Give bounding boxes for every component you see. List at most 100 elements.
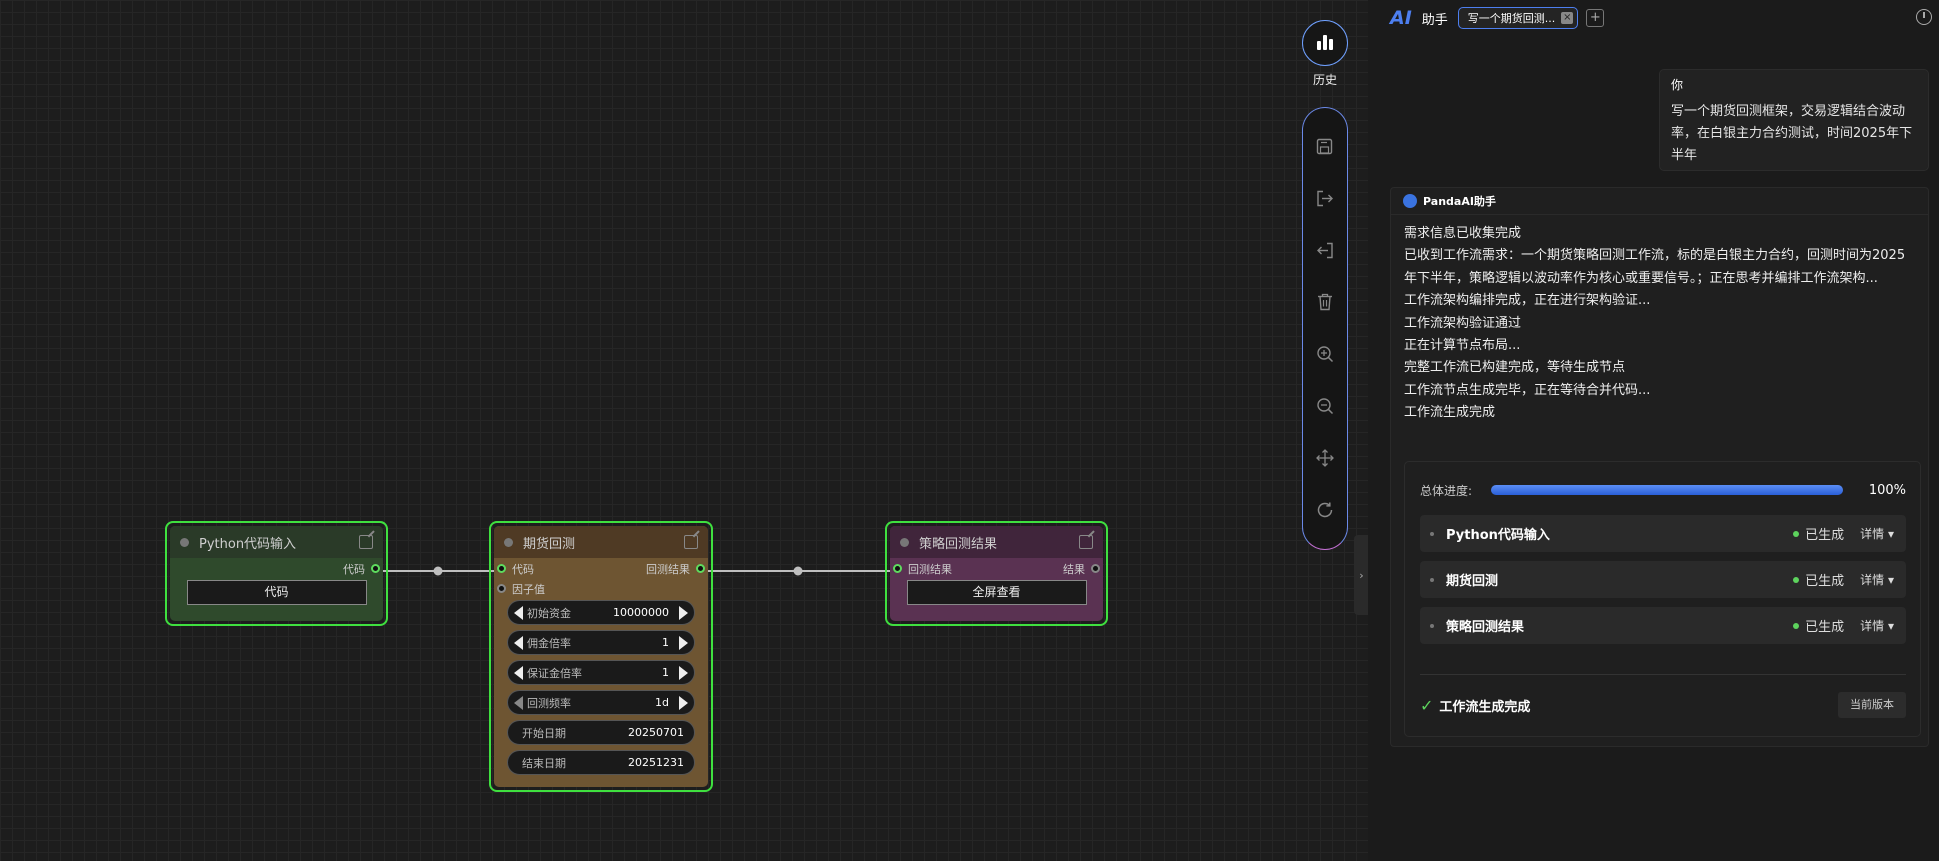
wire-reroute-dot bbox=[433, 566, 443, 576]
assistant-name: PandaAI助手 bbox=[1423, 195, 1496, 208]
export-icon[interactable] bbox=[1303, 183, 1346, 213]
output-port-row: 代码 bbox=[170, 558, 383, 578]
port-row: 代码 回测结果 bbox=[494, 558, 708, 578]
node-header[interactable]: 策略回测结果 bbox=[890, 526, 1103, 558]
close-icon[interactable]: × bbox=[1561, 12, 1574, 24]
zoom-out-icon[interactable] bbox=[1303, 391, 1346, 421]
delete-icon[interactable] bbox=[1303, 287, 1346, 317]
assistant-header: PandaAI助手 bbox=[1391, 188, 1928, 215]
input-port[interactable] bbox=[893, 564, 902, 573]
edit-icon[interactable] bbox=[1079, 535, 1093, 549]
param-start-date[interactable]: 开始日期 20250701 bbox=[507, 720, 695, 745]
details-toggle[interactable]: 详情 ▾ bbox=[1860, 617, 1894, 634]
step-name: 策略回测结果 bbox=[1446, 620, 1525, 635]
details-toggle[interactable]: 详情 ▾ bbox=[1860, 525, 1894, 542]
node-header[interactable]: Python代码输入 bbox=[170, 526, 383, 558]
workflow-canvas[interactable]: Python代码输入 代码 代码 期货回测 代码 回测结果 因子值 初始资金 1… bbox=[0, 0, 1368, 861]
param-end-date[interactable]: 结束日期 20251231 bbox=[507, 750, 695, 775]
check-icon: ✓ bbox=[1420, 695, 1434, 715]
node-status-dot bbox=[180, 537, 189, 547]
port-label: 结果 bbox=[1063, 563, 1085, 576]
increment-arrow-icon[interactable] bbox=[679, 635, 688, 650]
param-backtest-frequency[interactable]: 回测频率 1d bbox=[507, 690, 695, 715]
param-commission-multiplier[interactable]: 佣金倍率 1 bbox=[507, 630, 695, 655]
log-line: 工作流架构验证通过 bbox=[1404, 315, 1522, 331]
step-status: 已生成 bbox=[1805, 620, 1845, 635]
node-title: 策略回测结果 bbox=[919, 536, 998, 552]
move-icon[interactable] bbox=[1303, 443, 1346, 473]
port-label: 代码 bbox=[512, 563, 534, 576]
step-item-backtest[interactable]: 期货回测 已生成 详情 ▾ bbox=[1420, 561, 1906, 598]
message-author: 你 bbox=[1671, 78, 1684, 92]
save-icon[interactable] bbox=[1303, 131, 1346, 161]
wire-reroute-dot bbox=[793, 566, 803, 576]
log-line: 正在计算节点布局... bbox=[1404, 338, 1521, 354]
node-title: 期货回测 bbox=[523, 536, 576, 552]
status-dot bbox=[1793, 622, 1800, 629]
canvas-toolbar bbox=[1302, 107, 1348, 550]
new-tab-button[interactable]: + bbox=[1586, 9, 1605, 27]
status-dot bbox=[1793, 576, 1800, 583]
decrement-arrow-icon[interactable] bbox=[514, 665, 523, 680]
node-futures-backtest[interactable]: 期货回测 代码 回测结果 因子值 初始资金 10000000 佣金倍率 1 保证… bbox=[489, 521, 713, 792]
step-item-result[interactable]: 策略回测结果 已生成 详情 ▾ bbox=[1420, 607, 1906, 644]
bar-chart-icon bbox=[1317, 41, 1321, 50]
message-text: 写一个期货回测框架，交易逻辑结合波动率，在白银主力合约测试，时间2025年下半年 bbox=[1671, 104, 1913, 163]
user-message: 你 写一个期货回测框架，交易逻辑结合波动率，在白银主力合约测试，时间2025年下… bbox=[1659, 69, 1929, 171]
param-margin-multiplier[interactable]: 保证金倍率 1 bbox=[507, 660, 695, 685]
port-row: 因子值 bbox=[494, 578, 708, 598]
port-label: 回测结果 bbox=[646, 563, 690, 576]
log-line: 需求信息已收集完成 bbox=[1404, 226, 1522, 241]
node-header[interactable]: 期货回测 bbox=[494, 526, 708, 558]
output-port[interactable] bbox=[371, 564, 380, 573]
completion-text: 工作流生成完成 bbox=[1439, 699, 1531, 715]
param-initial-capital[interactable]: 初始资金 10000000 bbox=[507, 600, 695, 625]
increment-arrow-icon[interactable] bbox=[679, 695, 688, 710]
decrement-arrow-icon[interactable] bbox=[514, 605, 523, 620]
increment-arrow-icon[interactable] bbox=[679, 605, 688, 620]
node-status-dot bbox=[900, 537, 909, 547]
panda-avatar-icon bbox=[1403, 194, 1417, 208]
increment-arrow-icon[interactable] bbox=[679, 665, 688, 680]
edit-icon[interactable] bbox=[359, 535, 373, 549]
decrement-arrow-icon[interactable] bbox=[514, 695, 523, 710]
decrement-arrow-icon[interactable] bbox=[514, 635, 523, 650]
step-name: 期货回测 bbox=[1446, 574, 1499, 589]
step-status: 已生成 bbox=[1805, 528, 1845, 543]
collapse-panel-button[interactable]: › bbox=[1354, 535, 1368, 615]
node-strategy-result[interactable]: 策略回测结果 回测结果 结果 全屏查看 bbox=[885, 521, 1108, 626]
edit-icon[interactable] bbox=[684, 535, 698, 549]
output-port[interactable] bbox=[696, 564, 705, 573]
status-dot bbox=[1793, 530, 1800, 537]
progress-panel: 总体进度: 100% Python代码输入 已生成 详情 ▾ 期货回测 已生成 … bbox=[1404, 461, 1921, 737]
current-version-button[interactable]: 当前版本 bbox=[1838, 692, 1906, 718]
completion-row: ✓ 工作流生成完成 当前版本 bbox=[1420, 691, 1906, 719]
log-line: 工作流架构编排完成，正在进行架构验证... bbox=[1404, 293, 1651, 309]
progress-fill bbox=[1491, 485, 1843, 495]
history-label: 历史 bbox=[1312, 73, 1337, 87]
assistant-message: PandaAI助手 需求信息已收集完成 已收到工作流需求：一个期货策略回测工作流… bbox=[1390, 187, 1929, 747]
panel-header: AI 助手 写一个期货回测... × + bbox=[1368, 0, 1939, 36]
details-toggle[interactable]: 详情 ▾ bbox=[1860, 571, 1894, 588]
history-clock-icon[interactable] bbox=[1916, 9, 1932, 25]
divider bbox=[1420, 674, 1906, 675]
conversation-tab[interactable]: 写一个期货回测... × bbox=[1457, 7, 1579, 29]
ai-assistant-panel: AI 助手 写一个期货回测... × + 你 写一个期货回测框架，交易逻辑结合波… bbox=[1368, 0, 1939, 861]
input-port-code[interactable] bbox=[497, 564, 506, 573]
code-button[interactable]: 代码 bbox=[186, 580, 367, 605]
input-port-factor[interactable] bbox=[497, 584, 506, 593]
step-item-python[interactable]: Python代码输入 已生成 详情 ▾ bbox=[1420, 515, 1906, 552]
step-status: 已生成 bbox=[1805, 574, 1845, 589]
history-button[interactable] bbox=[1302, 20, 1348, 66]
assistant-log: 需求信息已收集完成 已收到工作流需求：一个期货策略回测工作流，标的是白银主力合约… bbox=[1391, 215, 1928, 425]
log-line: 工作流生成完成 bbox=[1404, 405, 1496, 421]
progress-bar bbox=[1491, 485, 1843, 495]
node-python-input[interactable]: Python代码输入 代码 代码 bbox=[165, 521, 388, 626]
import-icon[interactable] bbox=[1303, 235, 1346, 265]
refresh-icon[interactable] bbox=[1303, 495, 1346, 525]
fullscreen-button[interactable]: 全屏查看 bbox=[906, 580, 1087, 605]
port-label: 代码 bbox=[343, 563, 365, 576]
zoom-in-icon[interactable] bbox=[1303, 339, 1346, 369]
port-label: 回测结果 bbox=[908, 563, 952, 576]
output-port[interactable] bbox=[1091, 564, 1100, 573]
